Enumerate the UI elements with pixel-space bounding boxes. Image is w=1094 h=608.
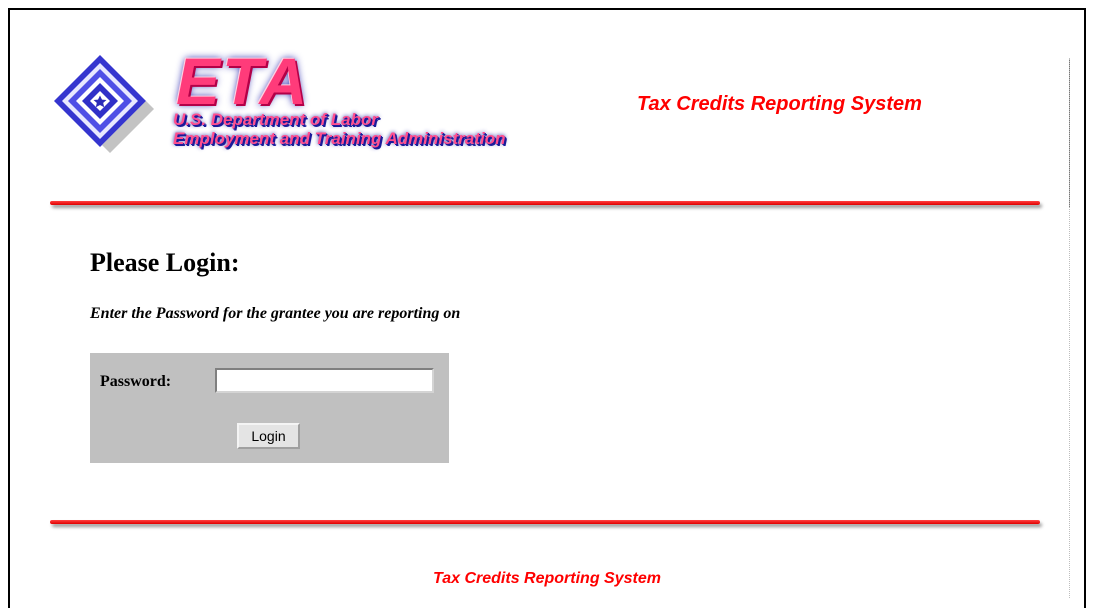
logo-department-text: U.S. Department of Labor: [173, 110, 378, 129]
top-divider: [50, 201, 1040, 205]
bottom-divider: [50, 520, 1040, 524]
login-button[interactable]: Login: [237, 423, 300, 449]
header-title: Tax Credits Reporting System: [637, 93, 922, 115]
eta-wordmark: ETA: [176, 44, 310, 118]
login-form-panel: Password: Login: [90, 353, 449, 463]
page-title: Please Login:: [90, 248, 240, 277]
login-instructions: Enter the Password for the grantee you a…: [90, 305, 461, 322]
right-divider-dotted: [1069, 58, 1071, 598]
diamond-logo-icon: [54, 55, 154, 153]
password-input[interactable]: [215, 368, 434, 393]
logo-administration-text: Employment and Training Administration: [173, 129, 506, 148]
footer-title: Tax Credits Reporting System: [433, 570, 661, 587]
eta-logo: ETA U.S. Department of Labor Employment …: [50, 44, 600, 170]
password-label: Password:: [100, 373, 172, 390]
